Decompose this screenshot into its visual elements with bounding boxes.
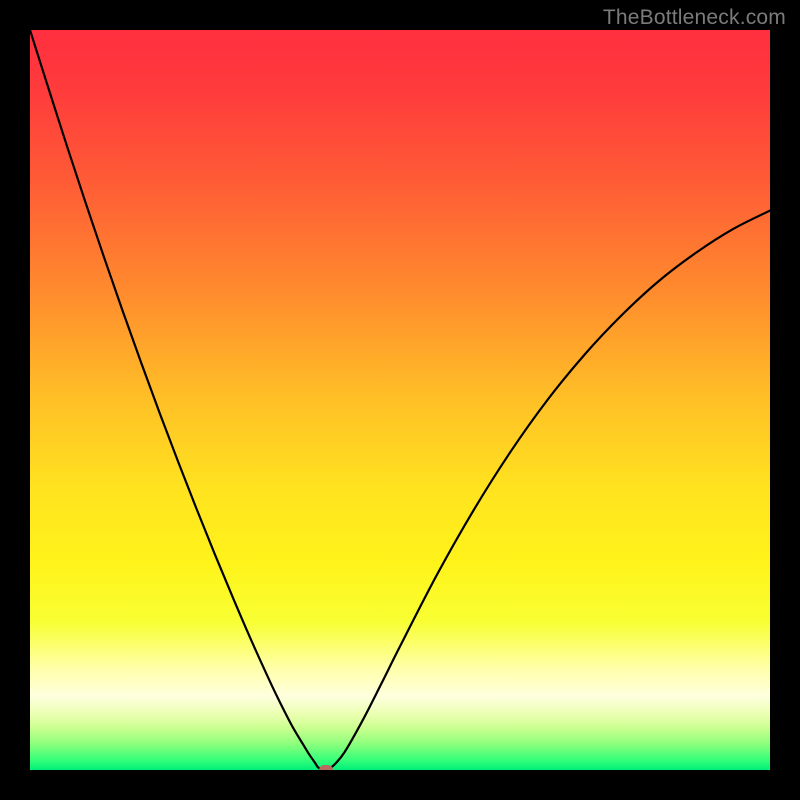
plot-area — [30, 30, 770, 770]
bottleneck-curve — [30, 30, 770, 770]
chart-frame: TheBottleneck.com — [0, 0, 800, 800]
watermark-text: TheBottleneck.com — [603, 6, 786, 30]
curve-layer — [30, 30, 770, 770]
optimal-point-marker — [319, 765, 333, 770]
